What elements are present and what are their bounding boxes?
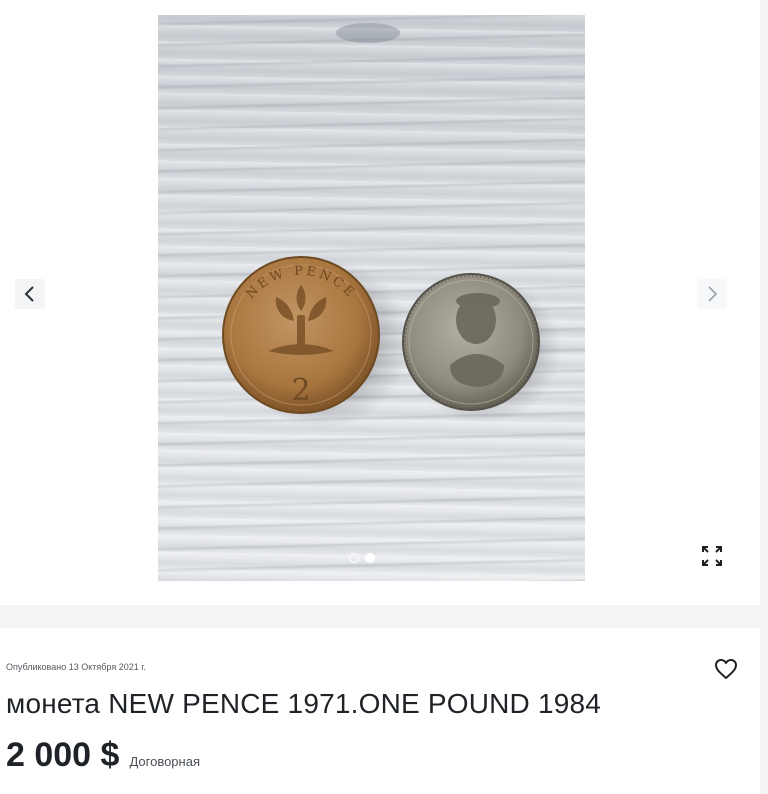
svg-text:2: 2 xyxy=(291,373,310,408)
next-photo-button[interactable] xyxy=(697,279,727,309)
chevron-right-icon xyxy=(708,286,718,302)
pagination-dot[interactable] xyxy=(349,553,359,563)
listing-photo[interactable]: 2 NEW PENCE xyxy=(158,15,585,581)
fullscreen-button[interactable] xyxy=(697,541,727,571)
photo-gallery: 2 NEW PENCE xyxy=(0,0,760,605)
price-row: 2 000 $ Договорная xyxy=(6,736,200,775)
photo-pagination xyxy=(349,551,393,565)
listing-price: 2 000 $ xyxy=(6,736,120,774)
favorite-button[interactable] xyxy=(711,655,741,683)
price-negotiable-label: Договорная xyxy=(129,754,200,769)
published-date: Опубликовано 13 Октября 2021 г. xyxy=(6,662,146,672)
heart-icon xyxy=(715,659,737,679)
prev-photo-button[interactable] xyxy=(15,279,45,309)
expand-icon xyxy=(702,546,722,566)
page-gutter xyxy=(760,0,768,794)
pagination-dot-active[interactable] xyxy=(365,553,375,563)
listing-info: Опубликовано 13 Октября 2021 г. монета N… xyxy=(0,628,760,794)
listing-title: монета NEW PENCE 1971.ONE POUND 1984 xyxy=(6,688,602,719)
coins-illustration: 2 NEW PENCE xyxy=(222,23,561,429)
chevron-left-icon xyxy=(24,286,34,302)
